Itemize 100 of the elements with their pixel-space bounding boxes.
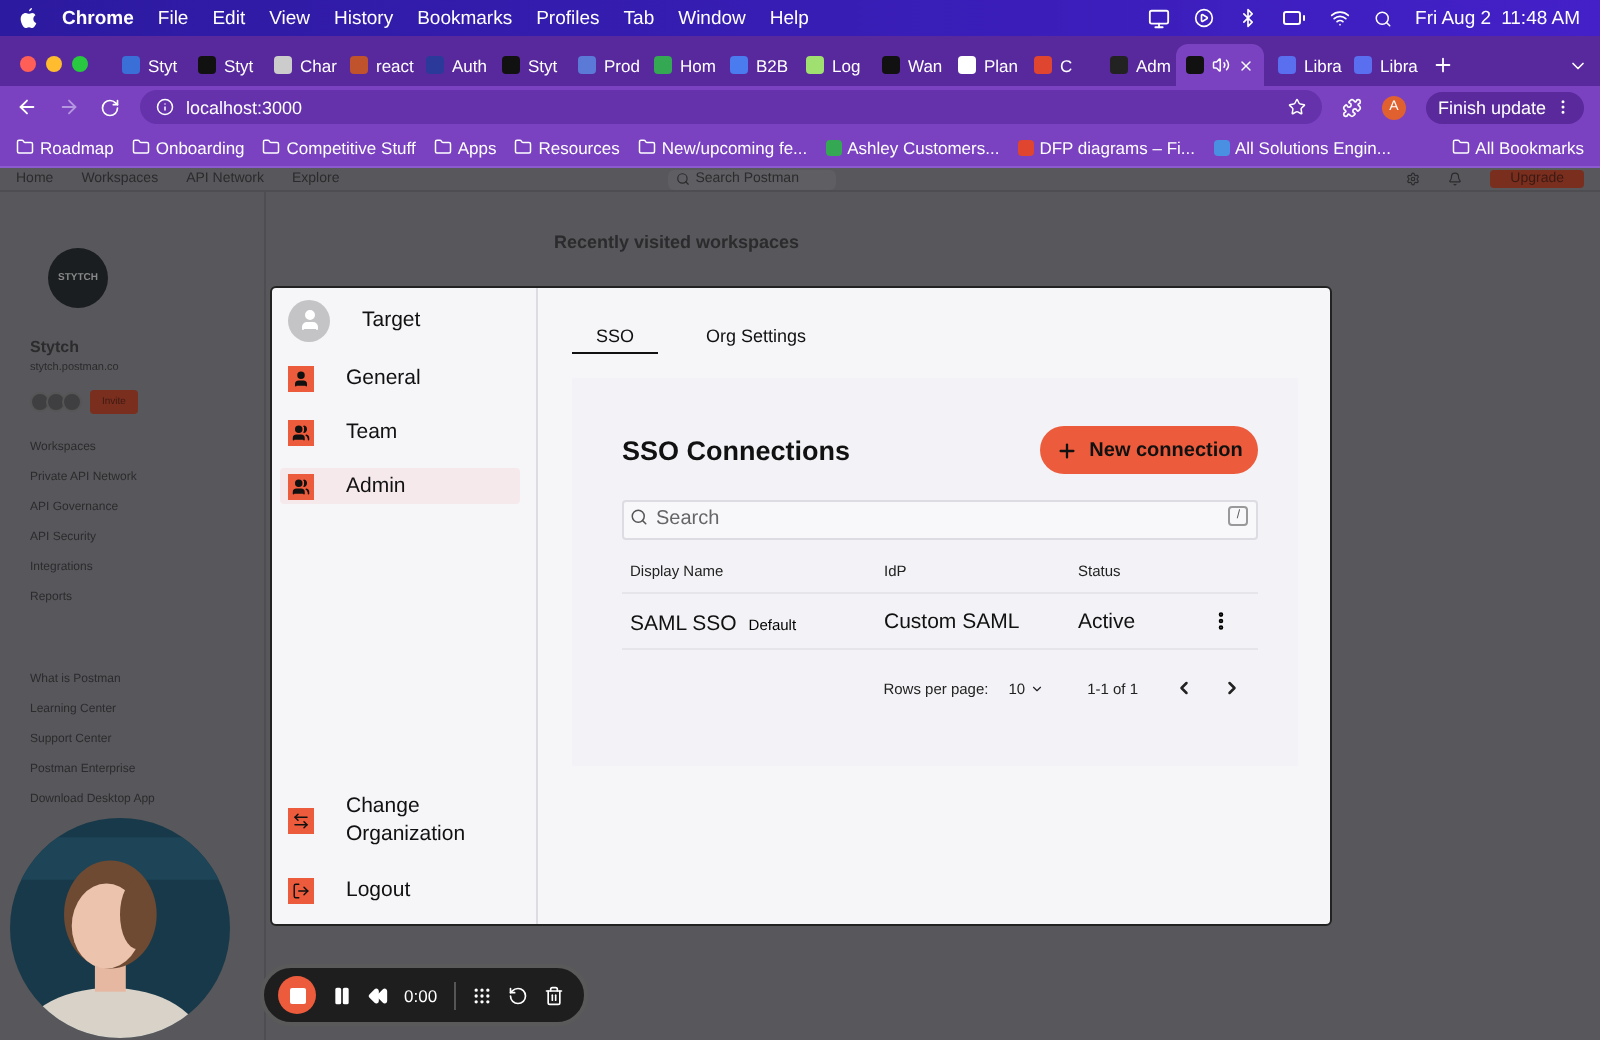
connection-name: SAML SSO <box>630 611 737 635</box>
close-light-icon[interactable] <box>20 56 36 72</box>
browser-tab[interactable]: Wan <box>872 44 944 86</box>
menu-item[interactable]: View <box>269 7 311 29</box>
menu-date[interactable]: Fri Aug 2 <box>1415 7 1492 29</box>
bookmark[interactable]: DFP diagrams – Fi... <box>1017 137 1195 157</box>
browser-tab[interactable]: Styt <box>188 44 260 86</box>
restart-icon[interactable] <box>507 985 528 1005</box>
bookmark[interactable]: New/upcoming fe... <box>637 137 808 157</box>
bookmark[interactable]: All Solutions Engin... <box>1213 137 1391 157</box>
star-icon[interactable] <box>1287 98 1306 116</box>
reload-icon[interactable] <box>100 97 120 117</box>
new-connection-button[interactable]: New connection <box>1040 426 1258 474</box>
wifi-icon[interactable] <box>1329 8 1350 28</box>
apple-icon[interactable] <box>20 8 38 28</box>
speaker-icon[interactable] <box>1212 56 1230 74</box>
all-bookmarks[interactable]: All Bookmarks <box>1451 137 1584 157</box>
browser-tab[interactable]: Styt <box>492 44 564 86</box>
nav-item[interactable]: General <box>280 360 520 396</box>
folder-icon <box>262 138 281 156</box>
plus-icon <box>1055 439 1078 461</box>
zoom-light-icon[interactable] <box>72 56 88 72</box>
menu-item[interactable]: Profiles <box>536 7 600 29</box>
swap-icon <box>288 807 314 833</box>
search-icon[interactable] <box>1373 9 1392 27</box>
browser-tab[interactable]: Prod <box>568 44 640 86</box>
menu-time[interactable]: 11:48 AM <box>1501 7 1580 29</box>
nav-item[interactable]: Admin <box>280 468 520 504</box>
group-icon <box>288 419 314 445</box>
previous-icon[interactable] <box>1174 678 1194 698</box>
nav-item[interactable]: Team <box>280 414 520 450</box>
new-tab-icon[interactable] <box>1432 54 1454 76</box>
info-icon[interactable] <box>156 98 174 116</box>
screen-icon[interactable] <box>1147 7 1170 29</box>
pause-icon[interactable] <box>332 985 352 1005</box>
bookmark[interactable]: Resources <box>514 137 620 157</box>
address-bar[interactable]: localhost:3000 <box>140 90 1322 124</box>
menu-item[interactable]: History <box>334 7 394 29</box>
browser-tab[interactable]: Auth <box>416 44 488 86</box>
group-icon <box>288 473 314 499</box>
bookmark[interactable]: Roadmap <box>16 137 114 157</box>
caret-icon <box>1029 681 1044 695</box>
bookmark[interactable]: Onboarding <box>131 137 245 157</box>
back-icon[interactable] <box>16 96 38 118</box>
finish-update-button[interactable]: Finish update <box>1425 91 1584 123</box>
logout-icon <box>288 877 314 903</box>
user-item[interactable]: Target <box>280 298 520 342</box>
card-title: SSO Connections <box>622 435 851 465</box>
browser-tab[interactable]: Char <box>264 44 336 86</box>
settings-tab[interactable]: Org Settings <box>682 326 831 354</box>
extension-icon[interactable] <box>1341 97 1362 117</box>
menu-item[interactable]: Tab <box>623 7 655 29</box>
browser-tab[interactable]: B2B <box>720 44 792 86</box>
browser-tab[interactable]: Log <box>796 44 868 86</box>
folder-icon <box>433 138 452 156</box>
folder-icon <box>16 138 34 156</box>
user-avatar-icon <box>288 299 330 341</box>
play-icon[interactable] <box>1193 8 1214 28</box>
browser-tab[interactable]: react <box>340 44 412 86</box>
nav-item[interactable]: Change Organization <box>280 792 520 848</box>
minimize-light-icon[interactable] <box>46 56 62 72</box>
forward-icon[interactable] <box>58 96 80 118</box>
recording-time: 0:00 <box>404 985 438 1005</box>
browser-tab[interactable]: Hom <box>644 44 716 86</box>
folder-icon <box>637 138 656 156</box>
stop-button[interactable] <box>278 976 316 1014</box>
bookmark[interactable]: Ashley Customers... <box>825 137 1000 157</box>
grid-icon[interactable] <box>471 985 492 1005</box>
battery-icon[interactable] <box>1281 6 1306 30</box>
search-icon <box>630 508 648 526</box>
folder-icon <box>1451 138 1470 156</box>
person-icon <box>288 365 314 391</box>
browser-tab[interactable]: Plan <box>948 44 1020 86</box>
next-icon[interactable] <box>1222 678 1242 698</box>
bookmark[interactable]: Competitive Stuff <box>262 137 416 157</box>
search-icon <box>675 172 690 186</box>
browser-tab[interactable]: Libra <box>1268 44 1340 86</box>
folder-icon <box>131 138 150 156</box>
rewind-icon[interactable] <box>368 985 388 1005</box>
close-icon[interactable] <box>1238 57 1254 73</box>
browser-tab[interactable] <box>1176 44 1264 86</box>
nav-item[interactable]: Logout <box>280 872 520 908</box>
browser-tab[interactable]: Adm <box>1100 44 1172 86</box>
member-avatars <box>30 392 78 412</box>
browser-tab[interactable]: C <box>1024 44 1096 86</box>
table-cell-text: Active <box>1078 609 1138 633</box>
folder-icon <box>514 138 533 156</box>
menu-item[interactable]: Chrome <box>62 7 134 29</box>
browser-tab[interactable]: Libra <box>1344 44 1416 86</box>
table-cell-text: Custom SAML <box>884 609 1022 633</box>
bookmark[interactable]: Apps <box>433 137 497 157</box>
settings-tab[interactable]: SSO <box>572 326 659 354</box>
menu-item[interactable]: Help <box>769 7 809 29</box>
trash-icon[interactable] <box>543 985 564 1005</box>
bluetooth-icon[interactable] <box>1237 8 1258 28</box>
menu-item[interactable]: Bookmarks <box>417 7 513 29</box>
menu-item[interactable]: Edit <box>212 7 246 29</box>
menu-item[interactable]: Window <box>678 7 746 29</box>
browser-tab[interactable]: Styt <box>112 44 184 86</box>
menu-item[interactable]: File <box>157 7 189 29</box>
